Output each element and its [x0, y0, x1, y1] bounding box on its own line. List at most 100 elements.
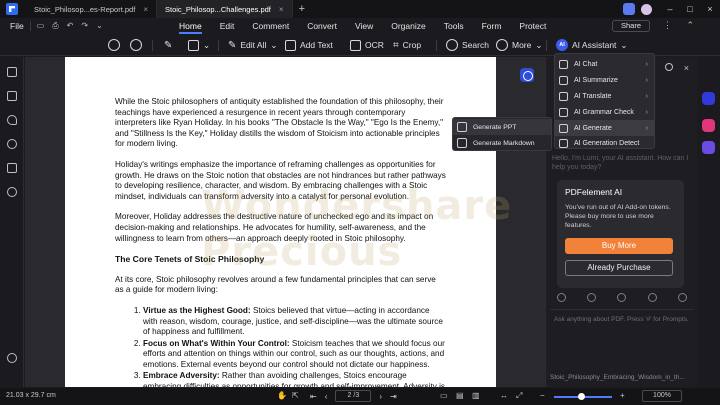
zoom-out-icon[interactable]: − — [540, 391, 545, 400]
markdown-icon — [457, 138, 467, 148]
menu-item-generate-ppt[interactable]: Generate PPT — [453, 119, 551, 135]
thumbnails-icon[interactable] — [7, 67, 17, 77]
two-page-icon[interactable]: ▥ — [472, 391, 480, 400]
menu-item-label: AI Generation Detect — [574, 140, 640, 148]
hand-tool-icon[interactable]: ✋ — [277, 391, 287, 400]
tab-document-2[interactable]: Stoic_Philosop...Challenges.pdf × — [156, 0, 293, 18]
menu-view[interactable]: View — [346, 18, 382, 34]
menu-home[interactable]: Home — [170, 18, 211, 34]
menu-item-ai-translate[interactable]: AI Translate › — [555, 89, 654, 105]
select-tool-icon[interactable]: ⇱ — [292, 391, 299, 400]
document-canvas[interactable]: While the Stoic philosophers of antiquit… — [25, 57, 545, 387]
tab-document-1[interactable]: Stoic_Philosop...es-Report.pdf × — [26, 0, 157, 18]
more-button[interactable]: More ⌄ — [496, 38, 543, 52]
menu-item-ai-chat[interactable]: AI Chat › — [555, 57, 654, 73]
menu-file[interactable]: File — [10, 21, 24, 31]
menu-protect[interactable]: Protect — [510, 18, 555, 34]
settings-icon[interactable] — [647, 292, 657, 302]
page-indicator[interactable]: 2 /3 — [335, 390, 372, 402]
menu-item-ai-generate[interactable]: AI Generate › — [555, 120, 654, 136]
new-tab-icon[interactable]: + — [299, 3, 305, 15]
edit-all-button[interactable]: ✎ Edit All ⌄ — [228, 38, 278, 52]
close-icon[interactable]: × — [684, 63, 689, 73]
menu-item-ai-grammar-check[interactable]: AI Grammar Check › — [555, 104, 654, 120]
highlighter-icon: ✎ — [164, 39, 173, 51]
list-item-title: Virtue as the Highest Good: — [143, 305, 251, 315]
bookmark-icon[interactable] — [7, 91, 17, 101]
ai-prompt-input[interactable]: Ask anything about PDF. Press '#' for Pr… — [550, 309, 694, 371]
notification-icon[interactable] — [623, 3, 635, 15]
undo-icon[interactable]: ↶ — [67, 21, 74, 31]
right-strip — [697, 57, 720, 387]
continuous-icon[interactable]: ▤ — [456, 391, 464, 400]
prev-page-icon[interactable]: ‹ — [325, 392, 328, 401]
more-options-icon[interactable]: ⋮ — [663, 20, 672, 31]
next-page-icon[interactable]: › — [379, 392, 382, 401]
chevron-down-icon[interactable]: ⌄ — [96, 21, 103, 31]
zoom-out-button[interactable] — [108, 38, 120, 52]
attachment-icon[interactable] — [7, 139, 17, 149]
close-tab-icon[interactable]: × — [143, 5, 148, 14]
fit-page-icon[interactable]: ⤢ — [516, 391, 522, 401]
grammar-icon — [559, 107, 568, 117]
menu-form[interactable]: Form — [473, 18, 511, 34]
single-page-icon[interactable]: ▭ — [440, 391, 448, 400]
menu-edit[interactable]: Edit — [211, 18, 244, 34]
tenets-list: Virtue as the Highest Good: Stoics belie… — [115, 306, 446, 387]
divider — [152, 40, 153, 51]
ai-check-icon[interactable] — [702, 141, 715, 154]
clear-icon[interactable] — [617, 292, 627, 302]
collapse-ribbon-icon[interactable]: ⌃ — [686, 20, 694, 31]
highlight-button[interactable]: ✎ — [164, 38, 172, 52]
zoom-in-icon[interactable]: + — [620, 391, 625, 400]
settings-icon[interactable] — [665, 63, 673, 71]
save-icon[interactable]: ▭ — [37, 21, 45, 31]
edit-all-label: Edit All — [240, 40, 267, 50]
buy-more-button[interactable]: Buy More — [565, 238, 673, 254]
ocr-label: OCR — [365, 40, 384, 50]
first-page-icon[interactable]: ⇤ — [310, 392, 317, 401]
fit-width-icon[interactable]: ↔ — [500, 391, 508, 400]
menu-tools[interactable]: Tools — [435, 18, 473, 34]
already-purchase-button[interactable]: Already Purchase — [565, 260, 673, 276]
zoom-in-button[interactable] — [130, 38, 142, 52]
layers-icon[interactable] — [7, 163, 17, 173]
last-page-icon[interactable]: ⇥ — [390, 392, 397, 401]
close-tab-icon[interactable]: × — [279, 5, 284, 14]
menu-comment[interactable]: Comment — [243, 18, 298, 34]
minimize-icon[interactable]: – — [660, 4, 680, 14]
more-label: More — [512, 40, 532, 50]
help-icon[interactable] — [7, 353, 17, 363]
zoom-level[interactable]: 100% — [642, 390, 682, 402]
ai-robot-icon[interactable] — [702, 92, 715, 105]
menu-item-ai-summarize[interactable]: AI Summarize › — [555, 73, 654, 89]
search-button[interactable]: Search — [446, 38, 489, 52]
menu-item-generate-markdown[interactable]: Generate Markdown — [453, 135, 551, 151]
print-icon[interactable]: ⎙ — [52, 21, 58, 31]
ai-assistant-button[interactable]: AI AI Assistant ⌄ — [556, 38, 628, 52]
comment-icon[interactable] — [7, 115, 17, 125]
share-button[interactable]: Share — [612, 20, 650, 32]
zoom-slider-handle[interactable] — [578, 393, 585, 400]
shape-button[interactable]: ⌄ — [188, 38, 210, 52]
redo-icon[interactable]: ↷ — [81, 21, 88, 31]
edit-icon: ✎ — [228, 39, 237, 51]
search-icon[interactable] — [7, 187, 17, 197]
prompt-icon[interactable] — [587, 292, 597, 302]
pdf-page[interactable]: While the Stoic philosophers of antiquit… — [65, 57, 496, 387]
menu-organize[interactable]: Organize — [382, 18, 435, 34]
crop-button[interactable]: ⌗ Crop — [393, 38, 421, 52]
avatar[interactable] — [641, 3, 652, 15]
menu-convert[interactable]: Convert — [298, 18, 346, 34]
history-icon[interactable] — [556, 292, 566, 302]
upsell-title: PDFelement AI — [565, 187, 623, 197]
ai-floating-icon[interactable] — [520, 68, 534, 82]
close-window-icon[interactable]: × — [700, 4, 720, 14]
menu-item-ai-generation-detect[interactable]: AI Generation Detect — [555, 136, 654, 152]
maximize-icon[interactable]: □ — [680, 4, 700, 14]
chevron-right-icon: › — [645, 108, 648, 116]
new-chat-icon[interactable] — [678, 292, 688, 302]
add-text-button[interactable]: Add Text — [285, 38, 333, 52]
ocr-button[interactable]: OCR — [350, 38, 384, 52]
ai-sparkle-icon[interactable] — [702, 119, 715, 132]
